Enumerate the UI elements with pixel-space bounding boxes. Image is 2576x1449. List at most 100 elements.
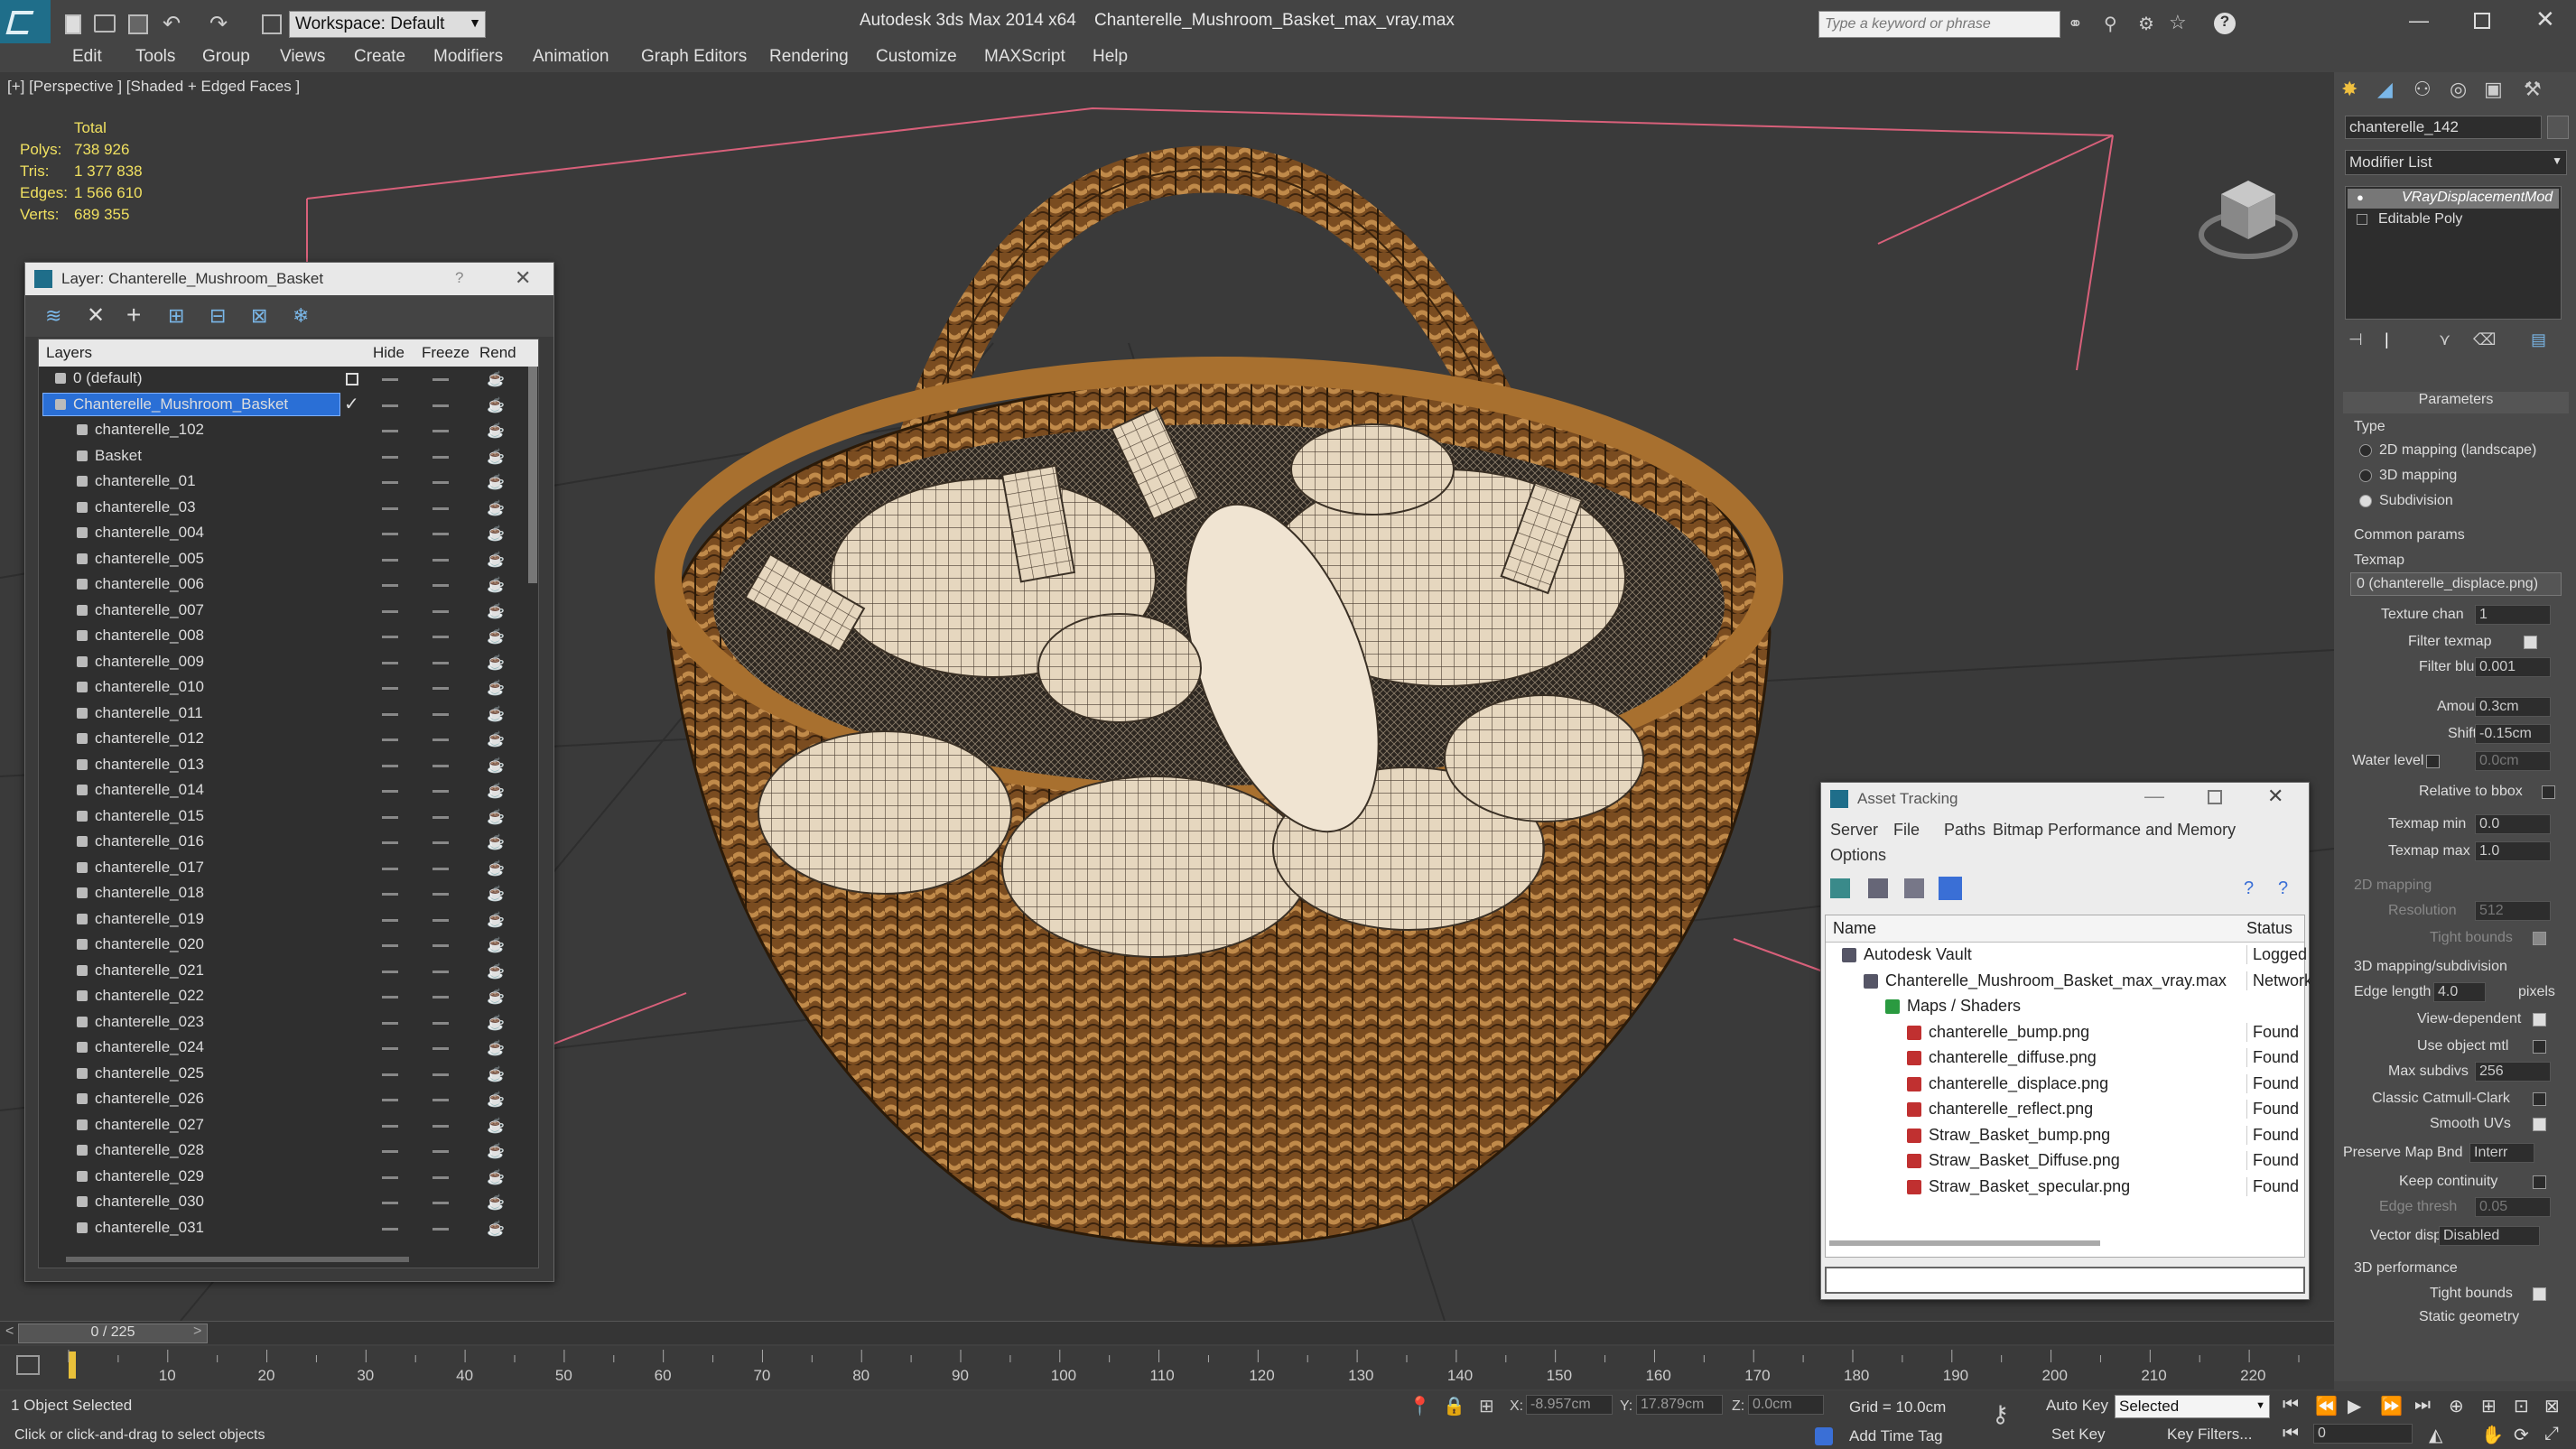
layer-dialog-titlebar[interactable]: Layer: Chanterelle_Mushroom_Basket ? ✕ <box>25 263 553 295</box>
motion-tab-icon[interactable]: ◎ <box>2450 78 2467 101</box>
freeze-toggle[interactable] <box>432 970 449 973</box>
menu-maxscript[interactable]: MAXScript <box>984 47 1065 67</box>
col-layers[interactable]: Layers <box>46 344 92 362</box>
hide-toggle[interactable] <box>382 1047 398 1050</box>
render-teapot-icon[interactable]: ☕ <box>487 859 505 878</box>
layer-row[interactable]: chanterelle_026 ☕ <box>39 1087 526 1113</box>
layer-list-scrollbar[interactable] <box>528 367 537 583</box>
layer-row[interactable]: chanterelle_009 ☕ <box>39 650 526 676</box>
field-of-view-icon[interactable]: ◭ <box>2429 1424 2442 1446</box>
render-teapot-icon[interactable]: ☕ <box>487 885 505 903</box>
layer-row[interactable]: Chanterelle_Mushroom_Basket ✓ ☕ <box>39 392 526 419</box>
binoculars-icon[interactable]: ⚭ <box>2068 13 2083 35</box>
asset-row[interactable]: Autodesk Vault Logged <box>1829 943 2308 968</box>
texmap-button[interactable]: 0 (chanterelle_displace.png) <box>2350 572 2562 596</box>
pan-view-icon[interactable]: ✋ <box>2481 1424 2504 1446</box>
hide-toggle[interactable] <box>382 944 398 947</box>
play-icon[interactable]: ▶ <box>2348 1395 2361 1417</box>
orbit-icon[interactable]: ⟳ <box>2514 1424 2529 1446</box>
freeze-toggle[interactable] <box>432 1227 449 1231</box>
maximize-viewport-icon[interactable]: ⤢ <box>2544 1424 2559 1444</box>
render-teapot-icon[interactable]: ☕ <box>487 757 505 775</box>
hide-toggle[interactable] <box>382 764 398 767</box>
hide-toggle[interactable] <box>382 455 398 459</box>
current-frame-field[interactable]: 0 <box>2313 1424 2413 1444</box>
render-teapot-icon[interactable]: ☕ <box>487 525 505 543</box>
render-teapot-icon[interactable]: ☕ <box>487 782 505 800</box>
layer-row[interactable]: chanterelle_018 ☕ <box>39 881 526 907</box>
menu-tools[interactable]: Tools <box>135 47 175 67</box>
prev-frame-icon[interactable]: < <box>5 1324 14 1340</box>
asset-table-icon[interactable] <box>1939 877 1962 900</box>
lightbulb-icon[interactable]: ● <box>2357 190 2364 204</box>
layer-row[interactable]: chanterelle_015 ☕ <box>39 804 526 831</box>
layer-row[interactable]: 0 (default) ☕ <box>39 367 526 393</box>
favorites-star-icon[interactable]: ☆ <box>2169 11 2187 34</box>
col-hide[interactable]: Hide <box>373 344 405 362</box>
texture-chan-spinner[interactable]: 1 <box>2475 605 2551 625</box>
asset-row[interactable]: chanterelle_bump.png Found <box>1829 1020 2308 1045</box>
set-key-toggle-icon[interactable]: ⚷ <box>1992 1400 2009 1428</box>
render-teapot-icon[interactable]: ☕ <box>487 551 505 569</box>
key-filters-button[interactable]: Key Filters... <box>2167 1426 2252 1444</box>
asset-row[interactable]: Chanterelle_Mushroom_Basket_max_vray.max… <box>1829 969 2310 994</box>
freeze-toggle[interactable] <box>432 661 449 664</box>
render-teapot-icon[interactable]: ☕ <box>487 962 505 980</box>
layer-row[interactable]: chanterelle_022 ☕ <box>39 984 526 1010</box>
communication-icon[interactable]: ⚲ <box>2104 13 2117 35</box>
hide-toggle[interactable] <box>382 687 398 690</box>
selection-lock-icon[interactable]: 🔒 <box>1443 1395 1465 1417</box>
select-in-layer-icon[interactable]: ⊞ <box>168 304 184 328</box>
asset-hscrollbar[interactable] <box>1829 1240 2100 1246</box>
add-to-layer-icon[interactable]: + <box>126 301 141 330</box>
asset-menu-bitmap[interactable]: Bitmap Performance and Memory <box>1993 821 2236 840</box>
new-file-icon[interactable] <box>65 14 81 34</box>
layer-row[interactable]: chanterelle_102 ☕ <box>39 418 526 444</box>
show-end-result-icon[interactable]: | <box>2385 330 2389 349</box>
layer-row[interactable]: chanterelle_004 ☕ <box>39 521 526 547</box>
modifier-stack-item-editable-poly[interactable]: Editable Poly <box>2348 210 2559 230</box>
hide-toggle[interactable] <box>382 996 398 999</box>
undo-icon[interactable]: ↶ <box>163 11 181 37</box>
hide-toggle[interactable] <box>382 506 398 510</box>
asset-col-status[interactable]: Status <box>2246 919 2292 938</box>
freeze-toggle[interactable] <box>432 918 449 922</box>
freeze-toggle[interactable] <box>432 1124 449 1128</box>
modify-tab-icon[interactable]: ◢ <box>2377 78 2393 101</box>
delete-layer-icon[interactable]: ✕ <box>87 302 105 329</box>
render-teapot-icon[interactable]: ☕ <box>487 627 505 646</box>
render-teapot-icon[interactable]: ☕ <box>487 1014 505 1032</box>
asset-list-icon[interactable] <box>1868 878 1888 898</box>
render-teapot-icon[interactable]: ☕ <box>487 988 505 1006</box>
menu-edit[interactable]: Edit <box>72 47 102 67</box>
next-key-icon[interactable]: ⏩ <box>2380 1395 2403 1417</box>
tight-bounds-checkbox[interactable] <box>2533 932 2546 945</box>
layer-row[interactable]: chanterelle_011 ☕ <box>39 701 526 728</box>
zoom-all-icon[interactable]: ⊞ <box>2481 1395 2497 1417</box>
hide-toggle[interactable] <box>382 712 398 716</box>
layer-dialog-help-icon[interactable]: ? <box>455 269 463 287</box>
layer-row[interactable]: chanterelle_023 ☕ <box>39 1010 526 1036</box>
texmap-min-spinner[interactable]: 0.0 <box>2475 814 2551 834</box>
create-tab-icon[interactable]: ✸ <box>2341 78 2357 101</box>
layer-dialog-close-icon[interactable]: ✕ <box>515 266 531 290</box>
asset-row[interactable]: Straw_Basket_Diffuse.png Found <box>1829 1148 2308 1174</box>
asset-row[interactable]: chanterelle_displace.png Found <box>1829 1072 2308 1097</box>
render-teapot-icon[interactable]: ☕ <box>487 473 505 491</box>
freeze-toggle[interactable] <box>432 1175 449 1179</box>
preserve-map-dropdown[interactable]: Interr <box>2469 1143 2534 1163</box>
hide-all-layers-icon[interactable]: ⊠ <box>251 304 267 328</box>
key-mode-icon[interactable]: ⏮ <box>2283 1424 2299 1444</box>
freeze-toggle[interactable] <box>432 841 449 844</box>
exchange-icon[interactable]: ⚙ <box>2138 13 2154 35</box>
render-teapot-icon[interactable]: ☕ <box>487 911 505 929</box>
freeze-toggle[interactable] <box>432 430 449 432</box>
zoom-icon[interactable]: ⊕ <box>2449 1395 2464 1417</box>
layer-list[interactable]: Layers Hide Freeze Rend 0 (default) ☕ Chan… <box>38 339 539 1268</box>
asset-menu-options[interactable]: Options <box>1830 846 1886 865</box>
create-layer-icon[interactable]: ≋ <box>45 304 61 328</box>
display-tab-icon[interactable]: ▣ <box>2484 78 2503 101</box>
layer-row[interactable]: chanterelle_030 ☕ <box>39 1190 526 1216</box>
max-subdivs-spinner[interactable]: 256 <box>2475 1062 2551 1082</box>
freeze-toggle[interactable] <box>432 996 449 999</box>
